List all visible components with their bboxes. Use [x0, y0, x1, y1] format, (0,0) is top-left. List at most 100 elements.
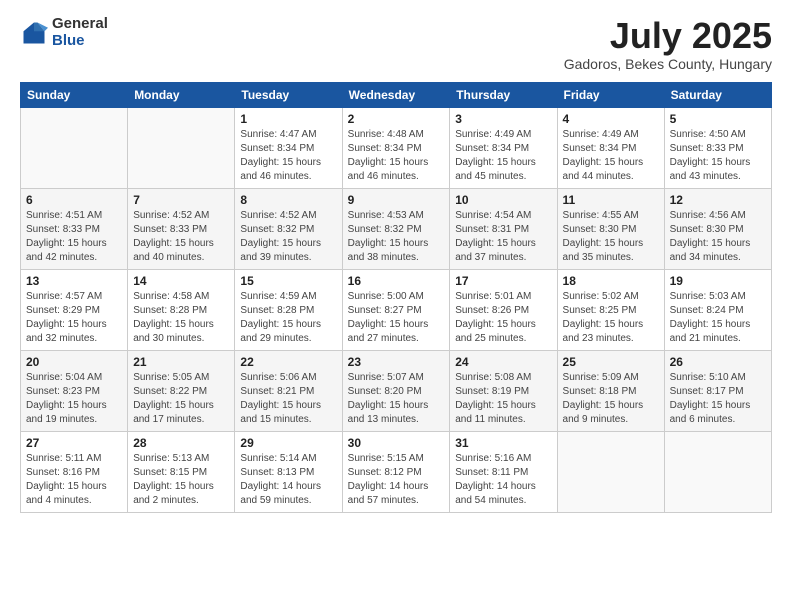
title-block: July 2025 Gadoros, Bekes County, Hungary	[564, 16, 772, 72]
table-row: 2Sunrise: 4:48 AM Sunset: 8:34 PM Daylig…	[342, 107, 450, 188]
table-row: 30Sunrise: 5:15 AM Sunset: 8:12 PM Dayli…	[342, 431, 450, 512]
day-number: 15	[240, 274, 336, 288]
day-number: 12	[670, 193, 766, 207]
calendar-week-row: 1 Sunrise: 4:47 AM Sunset: 8:34 PM Daylig…	[21, 107, 772, 188]
day-number: 14	[133, 274, 229, 288]
table-row: 3 Sunrise: 4:49 AM Sunset: 8:34 PM Daylig…	[450, 107, 557, 188]
day-number: 28	[133, 436, 229, 450]
day-info: Sunrise: 4:52 AM Sunset: 8:33 PM Dayligh…	[133, 209, 229, 265]
day-info: Sunrise: 4:50 AM Sunset: 8:33 PM Dayligh…	[670, 128, 766, 184]
table-row: 1 Sunrise: 4:47 AM Sunset: 8:34 PM Daylig…	[235, 107, 342, 188]
header-tuesday: Tuesday	[235, 82, 342, 107]
table-row: 7 Sunrise: 4:52 AM Sunset: 8:33 PM Daylig…	[128, 188, 235, 269]
day-info: Sunrise: 5:07 AM Sunset: 8:20 PM Dayligh…	[348, 371, 445, 427]
table-row: 27 Sunrise: 5:11 AM Sunset: 8:16 PM Dayli…	[21, 431, 128, 512]
calendar-week-row: 13 Sunrise: 4:57 AM Sunset: 8:29 PM Dayli…	[21, 269, 772, 350]
day-info: Sunrise: 4:57 AM Sunset: 8:29 PM Dayligh…	[26, 290, 122, 346]
day-number: 1	[240, 112, 336, 126]
calendar-week-row: 20Sunrise: 5:04 AM Sunset: 8:23 PM Dayli…	[21, 350, 772, 431]
table-row: 29Sunrise: 5:14 AM Sunset: 8:13 PM Dayli…	[235, 431, 342, 512]
day-info: Sunrise: 4:58 AM Sunset: 8:28 PM Dayligh…	[133, 290, 229, 346]
day-info: Sunrise: 4:55 AM Sunset: 8:30 PM Dayligh…	[563, 209, 659, 265]
day-number: 10	[455, 193, 551, 207]
table-row: 28Sunrise: 5:13 AM Sunset: 8:15 PM Dayli…	[128, 431, 235, 512]
table-row: 18Sunrise: 5:02 AM Sunset: 8:25 PM Dayli…	[557, 269, 664, 350]
logo-text: General Blue	[52, 16, 108, 49]
day-number: 3	[455, 112, 551, 126]
day-number: 27	[26, 436, 122, 450]
header-thursday: Thursday	[450, 82, 557, 107]
header-sunday: Sunday	[21, 82, 128, 107]
day-info: Sunrise: 5:14 AM Sunset: 8:13 PM Dayligh…	[240, 452, 336, 508]
table-row: 15 Sunrise: 4:59 AM Sunset: 8:28 PM Dayli…	[235, 269, 342, 350]
table-row	[128, 107, 235, 188]
day-number: 5	[670, 112, 766, 126]
day-number: 26	[670, 355, 766, 369]
table-row: 12Sunrise: 4:56 AM Sunset: 8:30 PM Dayli…	[664, 188, 771, 269]
table-row: 23Sunrise: 5:07 AM Sunset: 8:20 PM Dayli…	[342, 350, 450, 431]
logo-icon	[20, 19, 48, 47]
calendar-table: Sunday Monday Tuesday Wednesday Thursday…	[20, 82, 772, 513]
day-number: 2	[348, 112, 445, 126]
table-row: 22 Sunrise: 5:06 AM Sunset: 8:21 PM Dayli…	[235, 350, 342, 431]
calendar-header-row: Sunday Monday Tuesday Wednesday Thursday…	[21, 82, 772, 107]
table-row: 16 Sunrise: 5:00 AM Sunset: 8:27 PM Dayli…	[342, 269, 450, 350]
day-info: Sunrise: 5:16 AM Sunset: 8:11 PM Dayligh…	[455, 452, 551, 508]
day-number: 9	[348, 193, 445, 207]
logo: General Blue	[20, 16, 108, 49]
day-info: Sunrise: 4:59 AM Sunset: 8:28 PM Dayligh…	[240, 290, 336, 346]
day-info: Sunrise: 5:11 AM Sunset: 8:16 PM Dayligh…	[26, 452, 122, 508]
day-number: 22	[240, 355, 336, 369]
table-row: 26 Sunrise: 5:10 AM Sunset: 8:17 PM Dayli…	[664, 350, 771, 431]
table-row	[664, 431, 771, 512]
day-info: Sunrise: 5:02 AM Sunset: 8:25 PM Dayligh…	[563, 290, 659, 346]
logo-general-text: General	[52, 16, 108, 33]
table-row: 8Sunrise: 4:52 AM Sunset: 8:32 PM Daylig…	[235, 188, 342, 269]
day-info: Sunrise: 5:06 AM Sunset: 8:21 PM Dayligh…	[240, 371, 336, 427]
table-row	[21, 107, 128, 188]
day-info: Sunrise: 4:51 AM Sunset: 8:33 PM Dayligh…	[26, 209, 122, 265]
title-location: Gadoros, Bekes County, Hungary	[564, 56, 772, 72]
day-info: Sunrise: 4:53 AM Sunset: 8:32 PM Dayligh…	[348, 209, 445, 265]
day-number: 11	[563, 193, 659, 207]
day-info: Sunrise: 5:10 AM Sunset: 8:17 PM Dayligh…	[670, 371, 766, 427]
day-number: 16	[348, 274, 445, 288]
day-number: 6	[26, 193, 122, 207]
day-number: 30	[348, 436, 445, 450]
day-info: Sunrise: 5:00 AM Sunset: 8:27 PM Dayligh…	[348, 290, 445, 346]
day-info: Sunrise: 5:01 AM Sunset: 8:26 PM Dayligh…	[455, 290, 551, 346]
header-saturday: Saturday	[664, 82, 771, 107]
day-info: Sunrise: 5:09 AM Sunset: 8:18 PM Dayligh…	[563, 371, 659, 427]
table-row: 20Sunrise: 5:04 AM Sunset: 8:23 PM Dayli…	[21, 350, 128, 431]
table-row: 24 Sunrise: 5:08 AM Sunset: 8:19 PM Dayli…	[450, 350, 557, 431]
page: General Blue July 2025 Gadoros, Bekes Co…	[0, 0, 792, 612]
day-number: 13	[26, 274, 122, 288]
day-number: 7	[133, 193, 229, 207]
table-row: 13 Sunrise: 4:57 AM Sunset: 8:29 PM Dayli…	[21, 269, 128, 350]
table-row: 17 Sunrise: 5:01 AM Sunset: 8:26 PM Dayli…	[450, 269, 557, 350]
table-row: 21Sunrise: 5:05 AM Sunset: 8:22 PM Dayli…	[128, 350, 235, 431]
day-number: 4	[563, 112, 659, 126]
table-row: 4Sunrise: 4:49 AM Sunset: 8:34 PM Daylig…	[557, 107, 664, 188]
day-number: 17	[455, 274, 551, 288]
day-info: Sunrise: 4:49 AM Sunset: 8:34 PM Dayligh…	[455, 128, 551, 184]
day-info: Sunrise: 5:08 AM Sunset: 8:19 PM Dayligh…	[455, 371, 551, 427]
table-row: 14 Sunrise: 4:58 AM Sunset: 8:28 PM Dayli…	[128, 269, 235, 350]
day-number: 20	[26, 355, 122, 369]
day-number: 21	[133, 355, 229, 369]
calendar-week-row: 27 Sunrise: 5:11 AM Sunset: 8:16 PM Dayli…	[21, 431, 772, 512]
header-wednesday: Wednesday	[342, 82, 450, 107]
table-row	[557, 431, 664, 512]
day-number: 31	[455, 436, 551, 450]
day-number: 24	[455, 355, 551, 369]
table-row: 10 Sunrise: 4:54 AM Sunset: 8:31 PM Dayli…	[450, 188, 557, 269]
table-row: 5 Sunrise: 4:50 AM Sunset: 8:33 PM Daylig…	[664, 107, 771, 188]
day-info: Sunrise: 4:47 AM Sunset: 8:34 PM Dayligh…	[240, 128, 336, 184]
table-row: 6 Sunrise: 4:51 AM Sunset: 8:33 PM Daylig…	[21, 188, 128, 269]
day-info: Sunrise: 4:54 AM Sunset: 8:31 PM Dayligh…	[455, 209, 551, 265]
logo-blue-text: Blue	[52, 33, 108, 50]
day-info: Sunrise: 5:03 AM Sunset: 8:24 PM Dayligh…	[670, 290, 766, 346]
header-friday: Friday	[557, 82, 664, 107]
table-row: 9 Sunrise: 4:53 AM Sunset: 8:32 PM Daylig…	[342, 188, 450, 269]
header-monday: Monday	[128, 82, 235, 107]
